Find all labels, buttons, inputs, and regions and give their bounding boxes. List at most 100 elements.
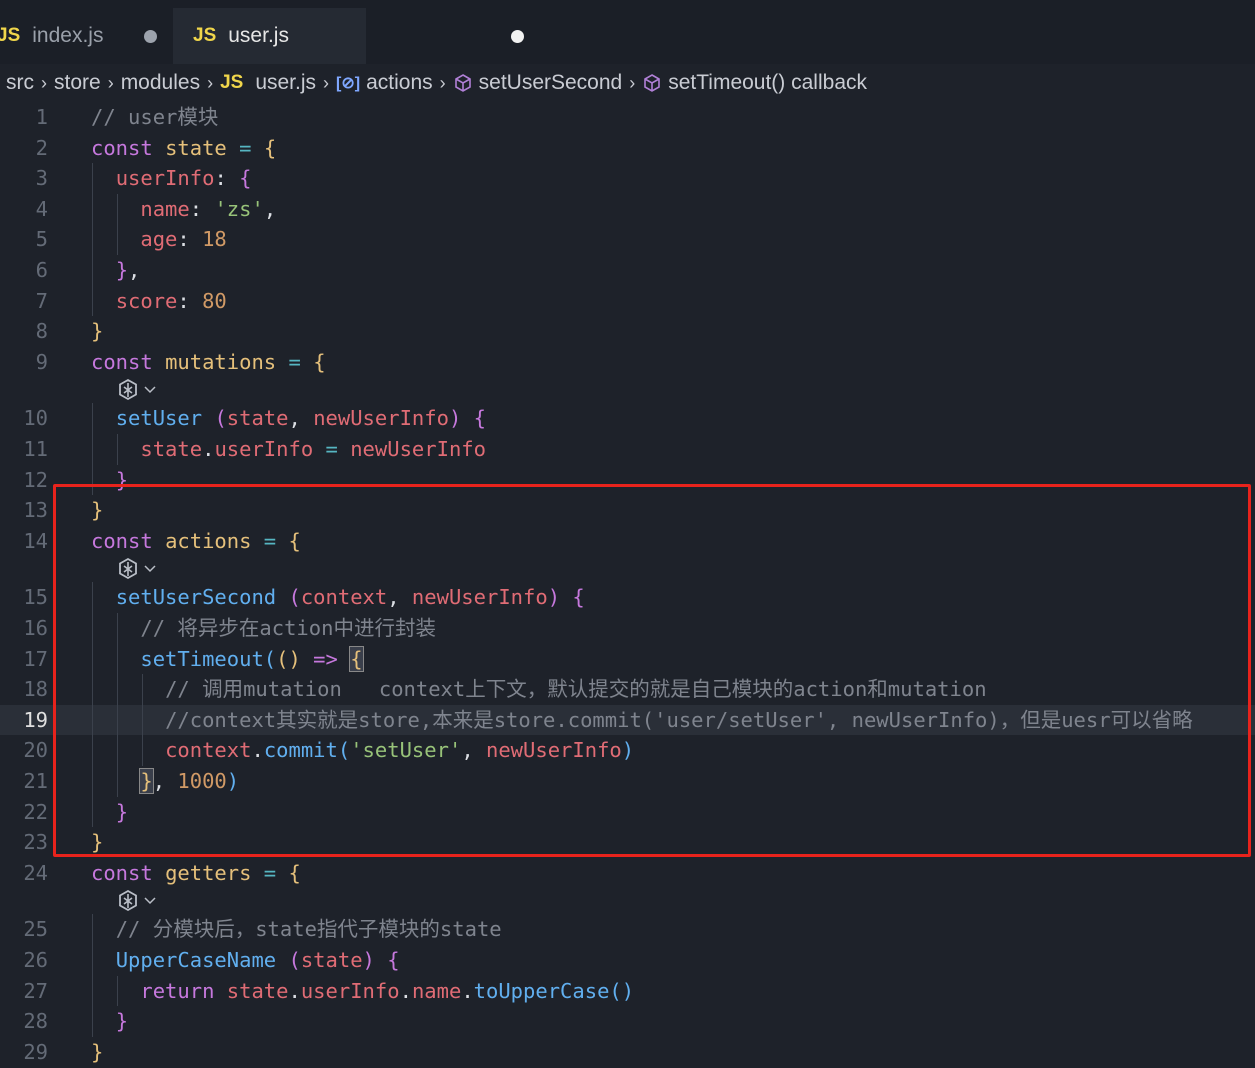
line-number: 17	[23, 646, 48, 671]
code-line[interactable]: 8}	[0, 316, 1255, 346]
code-token: =	[251, 860, 289, 885]
code-line[interactable]: 26 UpperCaseName (state) {	[0, 945, 1255, 975]
breadcrumb-src[interactable]: src	[6, 71, 34, 95]
code-line[interactable]: 4 name: 'zs',	[0, 194, 1255, 224]
line-number: 8	[35, 319, 48, 344]
code-token: {	[473, 406, 486, 431]
line-number: 21	[23, 769, 48, 793]
code-token: const	[91, 860, 166, 885]
ai-assistant-icon[interactable]	[115, 378, 141, 402]
code-token: {	[288, 860, 301, 885]
code-line[interactable]: 2 const state = {	[0, 133, 1255, 163]
codelens-actions[interactable]	[115, 886, 175, 916]
code-line[interactable]: 10 setUser (state, newUserInfo) {	[0, 403, 1255, 433]
code-token: }	[91, 1039, 104, 1064]
breadcrumb-setusersecond[interactable]: setUserSecond	[453, 71, 623, 95]
line-number: 15	[23, 585, 48, 610]
code-token: =	[313, 437, 351, 461]
code-line[interactable]: 28 }	[0, 1006, 1255, 1036]
code-line[interactable]: 29}	[0, 1037, 1255, 1067]
code-token: toUpperCase	[473, 978, 610, 1003]
code-token: 80	[202, 288, 227, 313]
code-token: (	[214, 406, 227, 431]
chevron-down-icon[interactable]	[143, 894, 157, 908]
breadcrumb-store[interactable]: store	[54, 71, 101, 95]
code-token: age	[140, 227, 178, 252]
code-text: }	[91, 316, 103, 346]
line-number: 22	[23, 799, 48, 824]
code-token: .	[288, 978, 301, 1003]
line-number: 10	[23, 406, 48, 431]
breadcrumb-actions[interactable]: [⊘] actions	[336, 71, 433, 95]
code-token: :	[189, 196, 215, 221]
code-token: 'zs'	[214, 196, 264, 221]
code-line[interactable]: 11 state.userInfo = newUserInfo	[0, 434, 1255, 464]
line-number: 2	[35, 135, 48, 160]
code-token: }	[115, 258, 129, 282]
code-token: state	[226, 978, 289, 1003]
js-file-icon: JS	[0, 25, 21, 46]
code-line[interactable]: 24 const getters = {	[0, 858, 1255, 888]
code-token: newUserInfo	[350, 437, 486, 461]
editor-tab-bar: JS index.js JS user.js	[0, 0, 1255, 64]
code-token: state	[226, 406, 289, 431]
code-token: :	[177, 227, 203, 252]
tab-label: index.js	[32, 24, 104, 47]
code-line[interactable]: 1 // user模块	[0, 102, 1255, 132]
code-line[interactable]: 3 userInfo: {	[0, 163, 1255, 193]
code-token: :	[214, 166, 240, 191]
code-text: score: 80	[91, 286, 227, 316]
ai-assistant-icon[interactable]	[115, 889, 141, 913]
code-token: state	[140, 437, 203, 461]
indent-guide	[92, 163, 93, 317]
code-token: =	[276, 349, 314, 374]
code-token: state	[165, 135, 227, 160]
line-number: 5	[35, 227, 48, 252]
line-number: 13	[23, 498, 48, 523]
code-text: },	[91, 255, 141, 285]
breadcrumb-method-label: setUserSecond	[478, 71, 623, 94]
code-text: setUser (state, newUserInfo) {	[91, 403, 486, 433]
highlight-annotation-box	[53, 484, 1251, 857]
code-line[interactable]: 6 },	[0, 255, 1255, 285]
chevron-right-icon: ›	[629, 72, 636, 93]
breadcrumb-file[interactable]: JS user.js	[220, 71, 316, 95]
indent-guide	[117, 975, 118, 1007]
code-token: const	[91, 349, 166, 374]
unsaved-dot-icon[interactable]	[511, 30, 524, 43]
breadcrumb-modules[interactable]: modules	[121, 71, 200, 95]
chevron-right-icon: ›	[323, 72, 330, 93]
unsaved-dot-icon[interactable]	[144, 30, 157, 43]
code-line[interactable]: 9 const mutations = {	[0, 347, 1255, 377]
tab-index-js[interactable]: JS index.js	[0, 8, 173, 64]
line-number: 24	[23, 860, 48, 885]
line-number: 3	[35, 166, 48, 191]
indent-guide	[92, 403, 93, 496]
codelens-actions[interactable]	[115, 375, 175, 405]
line-number: 29	[23, 1039, 48, 1064]
line-number: 7	[35, 288, 48, 313]
code-line[interactable]: 7 score: 80	[0, 286, 1255, 316]
code-token: =	[226, 135, 264, 160]
tab-user-js[interactable]: JS user.js	[173, 8, 524, 64]
code-line[interactable]: 27 return state.userInfo.name.toUpperCas…	[0, 976, 1255, 1006]
code-token: ,	[128, 258, 141, 282]
code-text: return state.userInfo.name.toUpperCase()	[91, 976, 634, 1006]
code-token: }	[91, 319, 104, 344]
chevron-down-icon[interactable]	[143, 383, 157, 397]
code-token: UpperCaseName	[115, 948, 277, 972]
code-token: ,	[288, 406, 314, 431]
code-line[interactable]: 5 age: 18	[0, 224, 1255, 254]
code-line[interactable]: 25 // 分模块后，state指代子模块的state	[0, 914, 1255, 944]
breadcrumb-callback[interactable]: setTimeout() callback	[642, 71, 867, 95]
code-token: {	[263, 135, 277, 160]
